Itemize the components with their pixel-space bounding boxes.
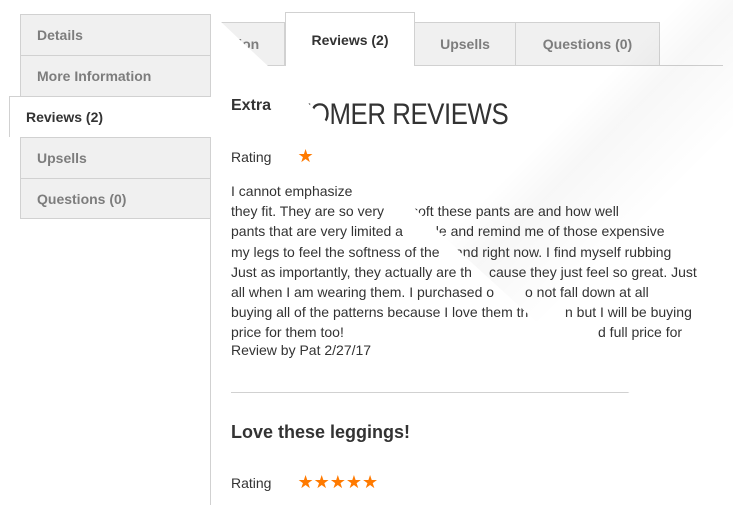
vtab-details[interactable]: Details [20, 14, 211, 55]
review-author-date: Review by Pat 2/27/17 [231, 342, 372, 358]
vtab-questions[interactable]: Questions (0) [20, 178, 211, 219]
tab-reviews[interactable]: Reviews (2) [285, 12, 415, 66]
tab-upsells[interactable]: Upsells [414, 22, 516, 65]
rating-label: Rating [231, 474, 272, 491]
tab-questions[interactable]: Questions (0) [515, 22, 660, 65]
review-title: Extra [231, 97, 272, 114]
review2-title: Love these leggings! [231, 422, 411, 442]
rating-label: Rating [231, 148, 272, 165]
tab-underline [200, 65, 723, 66]
vtab-upsells[interactable]: Upsells [20, 137, 211, 178]
five-stars-icon: ★★★★★ [297, 472, 379, 492]
vtab-more-information[interactable]: More Information [20, 55, 211, 96]
vtab-reviews[interactable]: Reviews (2) [9, 96, 211, 137]
review-divider [231, 392, 681, 393]
content-border [210, 137, 211, 505]
star-icon: ★ [297, 146, 314, 166]
review1-rating: Rating ★ [231, 146, 314, 167]
vertical-tab-list: Details More Information Reviews (2) Ups… [9, 14, 211, 219]
review2-rating: Rating ★★★★★ [231, 472, 378, 493]
